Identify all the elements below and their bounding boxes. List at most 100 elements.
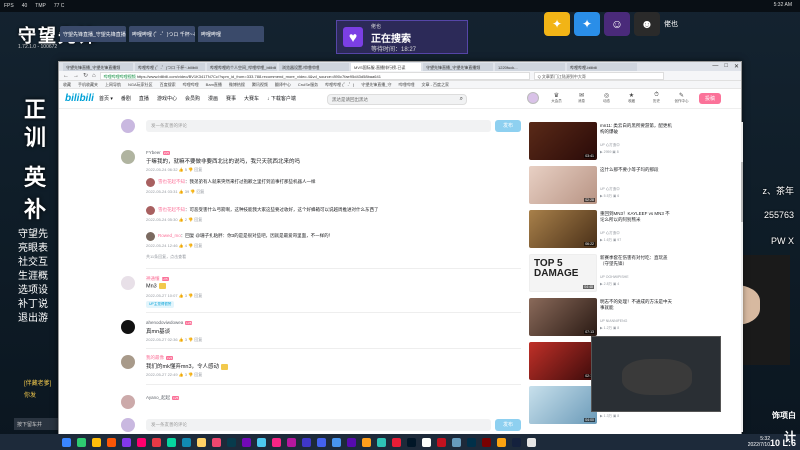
avatar[interactable]	[146, 178, 155, 187]
comment-username[interactable]: 我的最像 LV4	[146, 355, 174, 361]
bookmark-item[interactable]: 上网导航	[105, 82, 121, 88]
url-input[interactable]: 哔哩哔哩哔哩视频 https://www.bilibili.com/video/…	[99, 71, 530, 80]
taskbar-app-icon[interactable]	[377, 437, 386, 447]
home-icon[interactable]: ⌂	[92, 73, 96, 79]
taskbar-app-icon[interactable]	[317, 437, 326, 447]
taskbar-app-icon[interactable]	[287, 437, 296, 447]
taskbar-app-icon[interactable]	[482, 437, 491, 447]
bookmark-item[interactable]: 文章 - 百度之家	[421, 82, 449, 88]
video-thumbnail[interactable]: 06:22	[529, 210, 597, 248]
taskbar-app-icon[interactable]	[257, 437, 266, 447]
bookmark-item[interactable]: 哔哩哔哩	[183, 82, 199, 88]
bookmark-item[interactable]: 哔哩哔哩	[398, 82, 414, 88]
nav-manga[interactable]: 漫画	[208, 95, 218, 102]
video-thumbnail[interactable]: TOP 5 DAMAGE 04:48	[529, 254, 597, 292]
video-uploader[interactable]: UP 心打造中	[600, 187, 620, 192]
comment-input[interactable]: 发一条友善的评论	[146, 419, 491, 431]
taskbar-app-icon[interactable]	[407, 437, 416, 447]
video-title[interactable]: 这什么那不要小等子玛的那段	[600, 167, 672, 179]
video-uploader[interactable]: UP OOHWIPISHE	[600, 275, 629, 279]
browser-search-input[interactable]: Q 文章第门江陆源到中大哥	[533, 71, 664, 80]
reply-meta[interactable]: 2022-05-24 05:30 👍 2 👎 回复	[146, 217, 202, 223]
reply-meta[interactable]: 2022-05-24 12:46 👍 4 👎 回复	[146, 243, 202, 249]
video-thumbnail[interactable]: 02:15	[529, 342, 597, 380]
rec-video[interactable]: 03:41 mn11: 类云白的黑所要游第，配更机构的爆破 UP 心打造中 ▶ …	[529, 122, 673, 160]
nav-download-client[interactable]: ↓ 下载客户端	[267, 95, 296, 102]
bookmark-item[interactable]: 腾讯视频	[252, 82, 268, 88]
nav-event[interactable]: 大赛车	[244, 95, 259, 102]
rec-video[interactable]: 02:28 这什么那不要小等子玛的那段 UP 心打造中 ▶ 5.5万 ▣ 6	[529, 166, 673, 204]
scrollbar-thumb[interactable]	[741, 162, 743, 222]
taskbar-app-icon[interactable]	[452, 437, 461, 447]
close-button[interactable]: ✕	[734, 63, 739, 70]
site-search-input[interactable]: 黑达是请回出黑达 ⌕	[327, 94, 467, 105]
header-history[interactable]: ⏱ 历史	[649, 92, 664, 104]
browser-tab[interactable]: 浏览器设置-哔哩哔哩	[279, 63, 349, 71]
taskbar-app-icon[interactable]	[302, 437, 311, 447]
back-icon[interactable]: ←	[63, 73, 69, 79]
video-uploader[interactable]: UP 心打造中	[600, 143, 620, 148]
maximize-button[interactable]: □	[724, 63, 728, 70]
search-icon[interactable]: ⌕	[460, 96, 463, 103]
bookmark-item[interactable]: 收藏	[63, 82, 71, 88]
browser-tab[interactable]: 哔哩哔哩 (゜-゜)つロ 干杯~-bilibili	[135, 63, 205, 71]
comment-username[interactable]: FYbeer LV5	[146, 150, 170, 155]
scrollbar[interactable]	[741, 122, 743, 432]
taskbar-app-icon[interactable]	[227, 437, 236, 447]
taskbar-app-icon[interactable]	[92, 437, 101, 447]
more-replies-link[interactable]: 共11条回复，点击查看	[146, 254, 186, 260]
bookmark-item[interactable]: CruiSe服务	[298, 82, 318, 88]
rec-video[interactable]: TOP 5 DAMAGE 04:48 新赛季套在伤害有对付吃：直玩盖（守望先锋）…	[529, 254, 673, 292]
post-button[interactable]: 发布	[495, 120, 521, 132]
reply-meta[interactable]: 2022-05-24 03:31 👍 39 👎 回复	[146, 189, 204, 195]
taskbar-app-icon[interactable]	[422, 437, 431, 447]
avatar[interactable]	[121, 320, 135, 334]
taskbar-app-icon[interactable]	[272, 437, 281, 447]
taskbar-app-icon[interactable]	[182, 437, 191, 447]
rec-video[interactable]: 06:22 重回到MN3！KAYLEEF vs MN3 不论么所以的阿别熊米 U…	[529, 210, 673, 248]
comment-meta[interactable]: 2022-05-27 10:07 👍 3 👎 回复	[146, 293, 202, 299]
video-title[interactable]: 明志不的处理！不通成的方法是中天事就能	[600, 299, 672, 311]
minimize-button[interactable]: —	[712, 63, 718, 70]
video-uploader[interactable]: UP 心打造中	[600, 231, 620, 236]
avatar[interactable]	[146, 206, 155, 215]
taskbar-app-icon[interactable]	[512, 437, 521, 447]
taskbar-app-icon[interactable]	[332, 437, 341, 447]
header-messages[interactable]: ✉ 消息	[574, 92, 589, 104]
comment-meta[interactable]: 2022-05-27 22:49 👍 3 👎 回复	[146, 372, 202, 378]
comment-username[interactable]: Ayano_起起 LV5	[146, 395, 180, 401]
header-vip[interactable]: ♛ 大会员	[549, 92, 564, 104]
nav-anime[interactable]: 番剧	[121, 95, 131, 102]
avatar[interactable]	[526, 92, 539, 104]
avatar[interactable]	[121, 150, 135, 164]
header-dynamic[interactable]: ◎ 动态	[599, 92, 614, 104]
comment-input[interactable]: 发一条友善的评论	[146, 120, 491, 132]
video-thumbnail[interactable]: 02:28	[529, 166, 597, 204]
nav-live[interactable]: 直播	[139, 95, 149, 102]
taskbar-app-icon[interactable]	[197, 437, 206, 447]
comment-username[interactable]: ahenodoviwdowea LV5	[146, 320, 193, 325]
taskbar-app-icon[interactable]	[167, 437, 176, 447]
bookmark-item[interactable]: NGA玩家社区	[128, 82, 153, 88]
bookmark-item[interactable]: 百度搜索	[160, 82, 176, 88]
browser-tab[interactable]: 守望先锋直播_守望先锋直播频	[63, 63, 133, 71]
video-title[interactable]: mn11: 类云白的黑所要游第，配更机构的爆破	[600, 123, 672, 135]
bookmark-item[interactable]: 翻译中心	[275, 82, 291, 88]
browser-tab-active[interactable]: MVS国际服-直播排行榜-已读	[351, 63, 421, 71]
refresh-icon[interactable]: ↻	[83, 72, 88, 79]
video-uploader[interactable]: UP NIANNIFENG	[600, 319, 627, 323]
taskbar-app-icon[interactable]	[437, 437, 446, 447]
browser-tab[interactable]: 守望先锋直播_守望先锋直播频	[423, 63, 493, 71]
bookmark-item[interactable]: 手机收藏夹	[78, 82, 98, 88]
taskbar-app-icon[interactable]	[107, 437, 116, 447]
browser-tab[interactable]: 哔哩哔哩-bilibili	[567, 63, 637, 71]
taskbar-app-icon[interactable]	[242, 437, 251, 447]
upload-button[interactable]: 投稿	[698, 92, 721, 104]
taskbar-app-icon[interactable]	[122, 437, 131, 447]
nav-esports[interactable]: 赛事	[226, 95, 236, 102]
nav-shop[interactable]: 会员购	[185, 95, 200, 102]
header-creator[interactable]: ✎ 创作中心	[674, 92, 689, 104]
bookmark-item[interactable]: 微博热搜	[229, 82, 245, 88]
reply-username[interactable]: 雪也花起不知	[158, 179, 185, 184]
taskbar-app-icon[interactable]	[467, 437, 476, 447]
